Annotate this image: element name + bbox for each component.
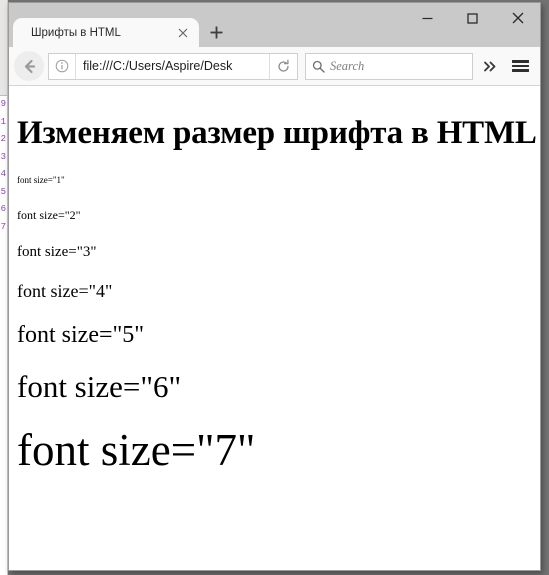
editor-line-number: 3 — [0, 151, 6, 162]
editor-line-number: 5 — [0, 186, 6, 197]
font-size-sample-7: font size="7" — [17, 424, 256, 475]
editor-line-number: 7 — [0, 221, 6, 232]
editor-line-number: 9 — [0, 99, 6, 109]
tab-strip: Шрифты в HTML — [9, 3, 540, 47]
chevron-double-right-icon[interactable] — [475, 51, 505, 81]
close-button[interactable] — [495, 3, 540, 33]
font-size-sample-1: font size="1" — [17, 174, 65, 185]
hamburger-menu-icon[interactable] — [505, 51, 535, 81]
back-arrow-icon[interactable] — [14, 51, 44, 81]
background-editor-window[interactable]: 9 1 2 3 4 5 6 7 — [0, 0, 8, 575]
font-size-sample-6: font size="6" — [17, 368, 182, 404]
hamburger-bar — [511, 60, 529, 63]
tab-title: Шрифты в HTML — [31, 26, 121, 39]
background-editor-footer — [0, 515, 7, 575]
window-controls — [405, 3, 540, 33]
search-bar[interactable]: Search — [305, 52, 473, 80]
editor-line-number: 4 — [0, 169, 6, 179]
font-size-sample-3: font size="3" — [17, 243, 97, 260]
hamburger-bar — [511, 64, 529, 68]
address-bar[interactable]: file:///C:/Users/Aspire/Desk — [48, 52, 298, 80]
maximize-button[interactable] — [450, 3, 495, 33]
url-input[interactable]: file:///C:/Users/Aspire/Desk — [76, 59, 269, 73]
reload-icon[interactable] — [269, 53, 297, 79]
page-title: Изменяем размер шрифта в HTML — [17, 115, 537, 151]
editor-line-number: 1 — [0, 116, 6, 127]
new-tab-icon[interactable] — [201, 18, 231, 47]
browser-window: Шрифты в HTML file:///C:/Users/Aspire/De… — [8, 2, 541, 571]
browser-tab-active[interactable]: Шрифты в HTML — [13, 18, 199, 47]
tabs-row: Шрифты в HTML — [13, 17, 231, 47]
hamburger-bar — [511, 69, 529, 72]
background-editor-line-numbers: 9 1 2 3 4 5 6 7 — [0, 96, 7, 236]
minimize-button[interactable] — [405, 3, 450, 33]
font-size-sample-4: font size="4" — [17, 280, 113, 301]
editor-line-number: 2 — [0, 134, 6, 144]
font-size-sample-2: font size="2" — [17, 207, 81, 222]
search-input[interactable]: Search — [330, 59, 364, 74]
editor-line-number: 6 — [0, 204, 6, 214]
background-editor-toolbar — [0, 0, 7, 96]
font-size-sample-5: font size="5" — [17, 321, 145, 348]
info-icon[interactable] — [49, 53, 76, 79]
page-content: Изменяем размер шрифта в HTML font size=… — [9, 86, 540, 570]
search-icon — [306, 60, 330, 73]
navigation-toolbar: file:///C:/Users/Aspire/Desk Search — [9, 47, 540, 86]
close-tab-icon[interactable] — [173, 23, 193, 43]
